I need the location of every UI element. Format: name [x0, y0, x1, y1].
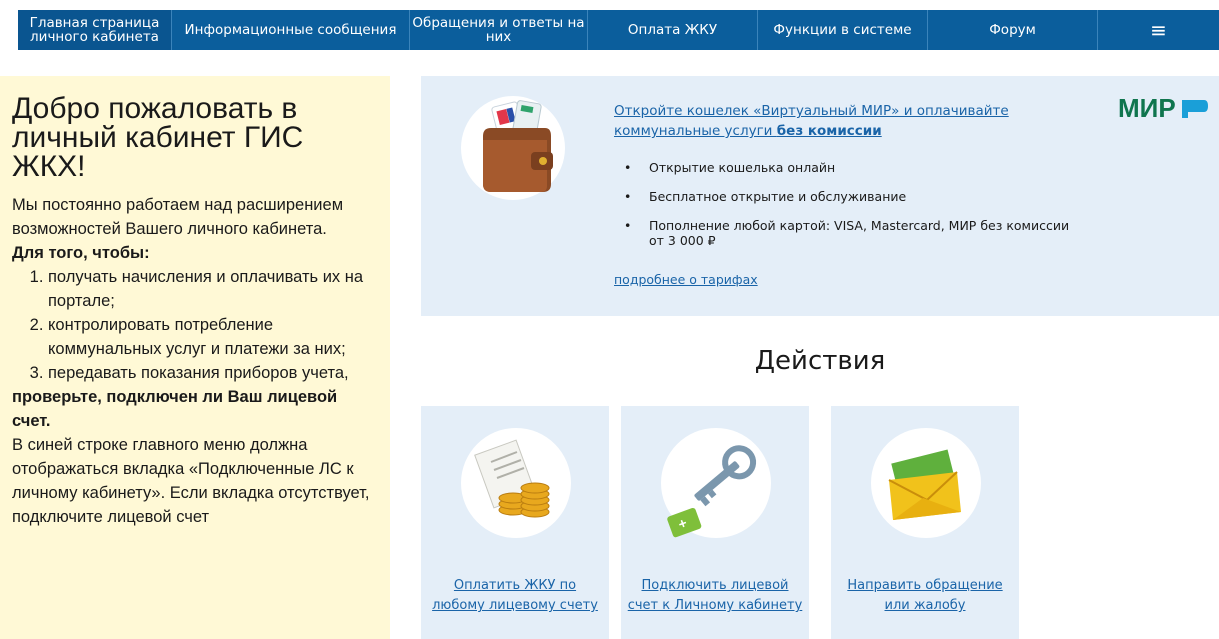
- top-navigation: Главная страница личного кабинета Информ…: [0, 0, 1219, 60]
- main-menu: Главная страница личного кабинета Информ…: [18, 10, 1219, 50]
- list-item: Открытие кошелька онлайн: [614, 160, 1074, 175]
- connect-account-card[interactable]: + Подключить лицевой счет к Личному каби…: [621, 406, 809, 639]
- welcome-check: проверьте, подключен ли Ваш лицевой счет…: [12, 388, 338, 430]
- bill-coins-icon: [461, 428, 571, 538]
- pay-housing-link[interactable]: Оплатить ЖКУ по любому лицевому счету: [427, 576, 603, 616]
- nav-item-home[interactable]: Главная страница личного кабинета: [18, 10, 172, 50]
- connect-account-link[interactable]: Подключить лицевой счет к Личному кабине…: [627, 576, 803, 616]
- list-item: получать начисления и оплачивать их на п…: [48, 265, 380, 313]
- promo-title-link[interactable]: Откройте кошелек «Виртуальный МИР» и опл…: [614, 101, 1044, 141]
- tariffs-link[interactable]: подробнее о тарифах: [614, 272, 758, 287]
- welcome-for-what: Для того, чтобы:: [12, 244, 150, 262]
- promo-bullets: Открытие кошелька онлайн Бесплатное откр…: [614, 160, 1074, 262]
- send-complaint-card[interactable]: Направить обращение или жалобу: [831, 406, 1019, 639]
- hamburger-icon[interactable]: ≡: [1098, 10, 1219, 50]
- mir-promo-banner: Откройте кошелек «Виртуальный МИР» и опл…: [421, 76, 1219, 316]
- key-icon: +: [661, 428, 771, 538]
- mir-logo: МИР: [1118, 96, 1208, 120]
- welcome-title: Добро пожаловать в личный кабинет ГИС ЖК…: [12, 92, 304, 183]
- actions-heading: Действия: [754, 346, 886, 376]
- nav-item-requests[interactable]: Обращения и ответы на них: [410, 10, 588, 50]
- welcome-hint: В синей строке главного меню должна отоб…: [12, 436, 370, 526]
- nav-item-forum[interactable]: Форум: [928, 10, 1098, 50]
- nav-item-functions[interactable]: Функции в системе: [758, 10, 928, 50]
- list-item: контролировать потребление коммунальных …: [48, 313, 380, 361]
- nav-item-messages[interactable]: Информационные сообщения: [172, 10, 410, 50]
- send-complaint-link[interactable]: Направить обращение или жалобу: [837, 576, 1013, 616]
- welcome-list: получать начисления и оплачивать их на п…: [12, 265, 380, 385]
- envelope-icon: [871, 428, 981, 538]
- svg-text:МИР: МИР: [1118, 96, 1176, 120]
- list-item: Бесплатное открытие и обслуживание: [614, 189, 1074, 204]
- pay-housing-card[interactable]: Оплатить ЖКУ по любому лицевому счету: [421, 406, 609, 639]
- wallet-icon: [461, 96, 565, 200]
- nav-item-payment[interactable]: Оплата ЖКУ: [588, 10, 758, 50]
- welcome-panel: Добро пожаловать в личный кабинет ГИС ЖК…: [0, 76, 390, 639]
- list-item: передавать показания приборов учета,: [48, 361, 380, 385]
- welcome-intro: Мы постоянно работаем над расширением во…: [12, 196, 344, 238]
- list-item: Пополнение любой картой: VISA, Mastercar…: [614, 218, 1074, 248]
